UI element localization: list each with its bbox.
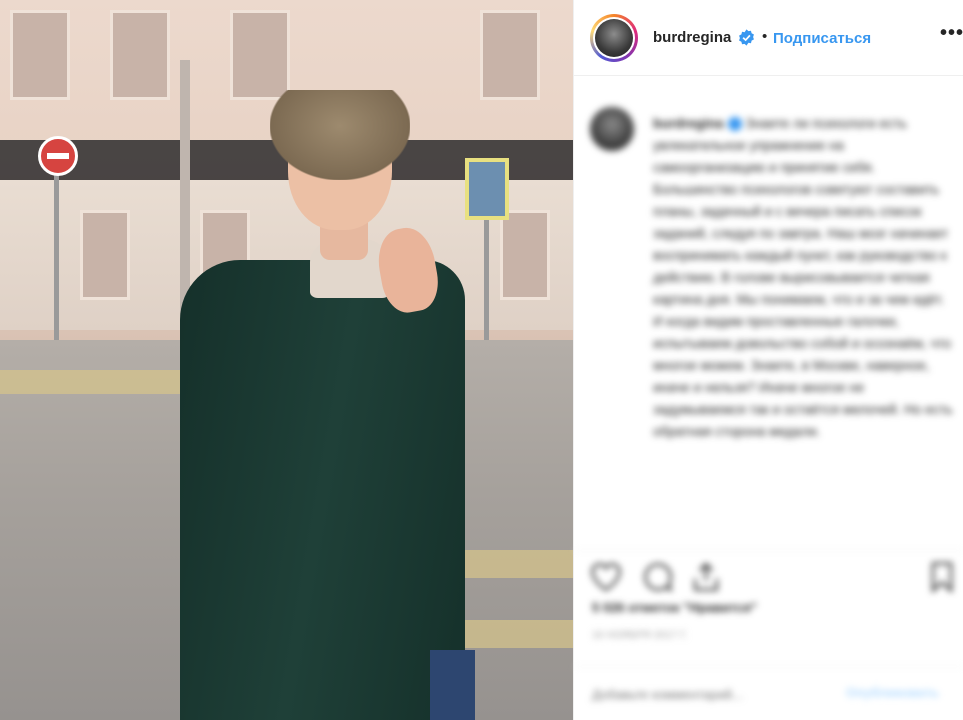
avatar[interactable] bbox=[590, 14, 638, 62]
publish-button[interactable]: Опубликовать bbox=[846, 685, 939, 700]
building-window bbox=[10, 10, 70, 100]
post-header: burdregina • Подписаться ••• bbox=[574, 0, 963, 76]
post-photo[interactable] bbox=[0, 0, 573, 720]
caption-username[interactable]: burdregina bbox=[653, 116, 724, 131]
sign-pole bbox=[484, 220, 489, 340]
likes-count[interactable]: 5 026 отметок "Нравится" bbox=[592, 600, 757, 615]
comment-bar: Опубликовать bbox=[574, 666, 963, 720]
action-bar bbox=[574, 550, 963, 600]
jeans bbox=[430, 650, 475, 720]
verified-badge-icon bbox=[727, 117, 742, 132]
username-link[interactable]: burdregina bbox=[653, 29, 731, 46]
caption-avatar[interactable] bbox=[590, 107, 634, 151]
building-window bbox=[480, 10, 540, 100]
comment-input[interactable] bbox=[592, 683, 852, 705]
no-entry-sign bbox=[38, 136, 78, 176]
hair bbox=[270, 90, 410, 180]
caption-area: burdregina Знаете ли психологи есть увлек… bbox=[574, 77, 963, 547]
share-icon[interactable] bbox=[688, 559, 724, 595]
caption-text: Знаете ли психологи есть увлекательное у… bbox=[653, 116, 953, 439]
caption-text-block: burdregina Знаете ли психологи есть увлек… bbox=[653, 113, 953, 443]
woman-figure bbox=[160, 60, 480, 720]
green-coat bbox=[180, 260, 465, 720]
store-window bbox=[80, 210, 130, 300]
avatar-photo bbox=[595, 19, 633, 57]
comment-icon[interactable] bbox=[640, 559, 676, 595]
verified-badge-icon bbox=[739, 29, 754, 46]
separator-dot: • bbox=[762, 28, 768, 45]
store-window bbox=[500, 210, 550, 300]
bookmark-icon[interactable] bbox=[924, 559, 960, 595]
follow-button[interactable]: Подписаться bbox=[773, 30, 871, 47]
heart-icon[interactable] bbox=[588, 559, 624, 595]
post-sidebar: burdregina • Подписаться ••• burdregina З… bbox=[573, 0, 963, 720]
post-timestamp: 16 НОЯБРЯ 2017 Г. bbox=[592, 630, 689, 641]
avatar-border bbox=[593, 17, 635, 59]
more-options-icon[interactable]: ••• bbox=[940, 22, 963, 45]
sign-pole bbox=[54, 170, 59, 340]
